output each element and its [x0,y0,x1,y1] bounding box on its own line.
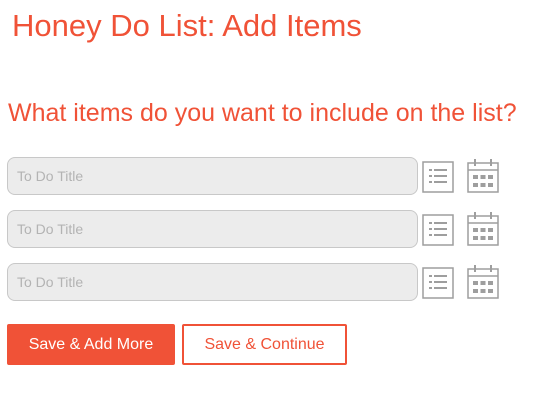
items-question: What items do you want to include on the… [8,99,517,127]
page-title: Honey Do List: Add Items [12,8,362,43]
add-items-page: Honey Do List: Add Items What items do y… [0,0,542,413]
list-icon[interactable] [422,214,454,246]
todo-items-list [7,157,527,316]
list-icon[interactable] [422,267,454,299]
calendar-icon[interactable] [467,211,499,246]
list-icon[interactable] [422,161,454,193]
todo-item-row [7,210,527,263]
todo-item-row [7,157,527,210]
save-add-more-button[interactable]: Save & Add More [7,324,175,365]
todo-item-row [7,263,527,316]
save-continue-button[interactable]: Save & Continue [182,324,347,365]
calendar-icon[interactable] [467,158,499,193]
todo-title-input[interactable] [7,157,418,195]
calendar-icon[interactable] [467,264,499,299]
todo-title-input[interactable] [7,210,418,248]
todo-title-input[interactable] [7,263,418,301]
